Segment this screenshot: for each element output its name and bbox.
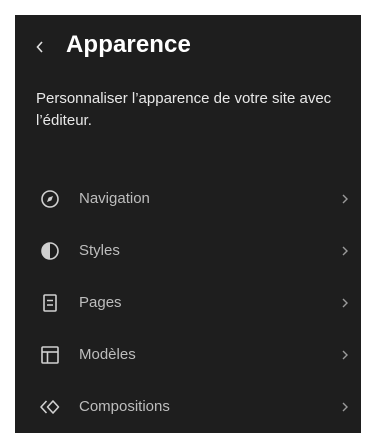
panel-header: Apparence xyxy=(15,29,361,65)
menu-item-pages[interactable]: Pages xyxy=(15,277,361,329)
menu-item-label: Styles xyxy=(79,242,120,259)
chevron-right-icon xyxy=(342,194,348,204)
menu-item-compositions[interactable]: Compositions xyxy=(15,381,361,433)
chevron-right-icon xyxy=(342,246,348,256)
menu-item-navigation[interactable]: Navigation xyxy=(15,173,361,225)
site-editor-panel: Apparence Personnaliser l’apparence de v… xyxy=(15,15,361,433)
menu-item-templates[interactable]: Modèles xyxy=(15,329,361,381)
menu-item-label: Compositions xyxy=(79,398,170,415)
symbol-icon xyxy=(40,400,60,414)
menu-item-label: Pages xyxy=(79,294,122,311)
menu-item-label: Navigation xyxy=(79,190,150,207)
chevron-right-icon xyxy=(342,350,348,360)
panel-description: Personnaliser l’apparence de votre site … xyxy=(36,90,332,129)
page-title: Apparence xyxy=(66,31,191,58)
navigation-menu: Navigation Styles Pages Modèles Composit… xyxy=(15,173,361,433)
menu-item-styles[interactable]: Styles xyxy=(15,225,361,277)
compass-icon xyxy=(41,190,59,208)
page-icon xyxy=(43,294,57,312)
half-circle-icon xyxy=(41,242,59,260)
chevron-right-icon xyxy=(342,298,348,308)
chevron-right-icon xyxy=(342,402,348,412)
layout-icon xyxy=(41,346,59,364)
back-button[interactable] xyxy=(29,29,51,65)
menu-item-label: Modèles xyxy=(79,346,136,363)
chevron-left-icon xyxy=(36,41,43,53)
